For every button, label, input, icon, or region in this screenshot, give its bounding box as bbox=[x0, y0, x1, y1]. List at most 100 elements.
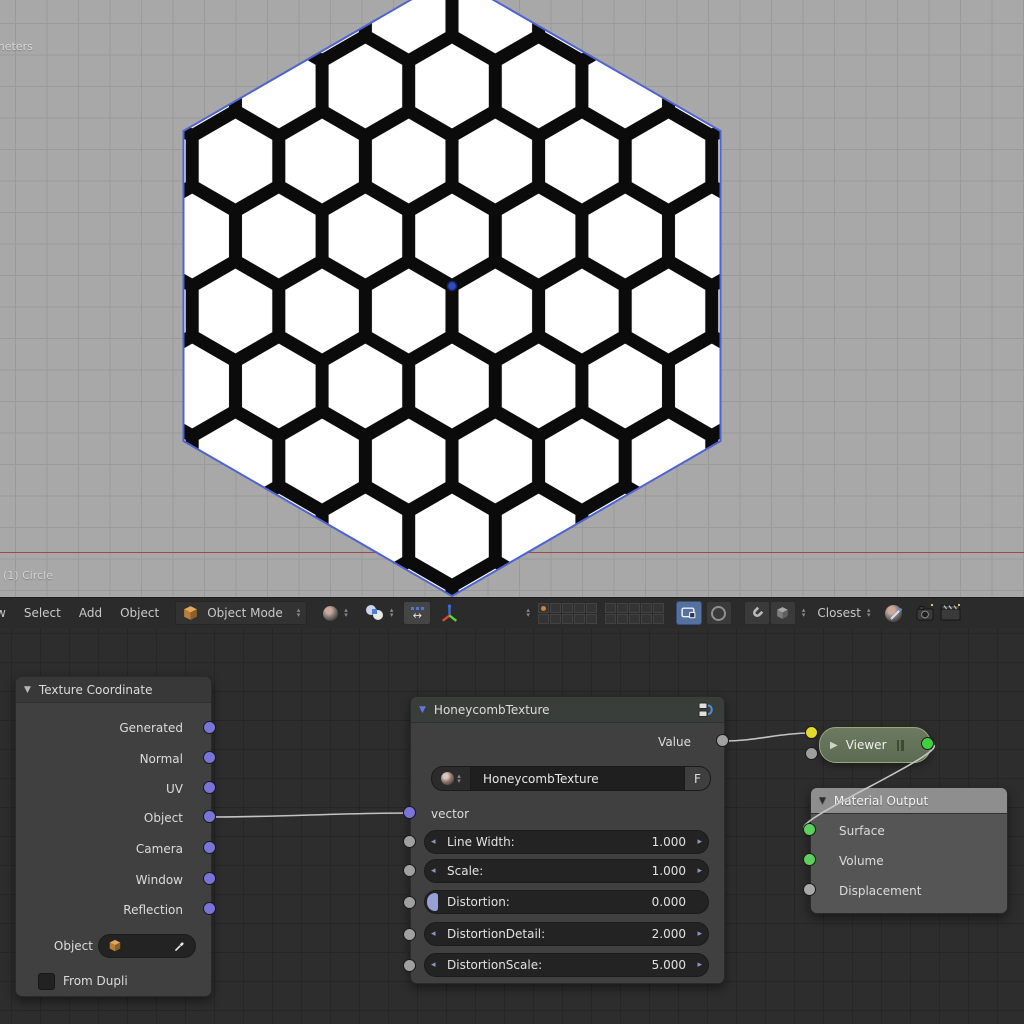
viewport-3d[interactable]: meters (1) Circle bbox=[0, 0, 1024, 597]
output-value-label: Value bbox=[658, 732, 691, 752]
node-title: Viewer bbox=[846, 738, 887, 752]
socket-volume-input[interactable] bbox=[803, 853, 816, 866]
expand-play-icon[interactable]: ▶ bbox=[830, 740, 838, 751]
pivot-stepper[interactable]: ▴▾ bbox=[390, 608, 394, 618]
socket-normal-output[interactable] bbox=[203, 751, 216, 764]
menu-select[interactable]: Select bbox=[24, 606, 61, 620]
honeycomb-hexagon-object[interactable] bbox=[0, 0, 1024, 597]
decrement-arrow-icon[interactable]: ◂ bbox=[431, 960, 436, 970]
lock-to-scene-button[interactable] bbox=[676, 601, 702, 625]
socket-line-width-input[interactable] bbox=[403, 835, 416, 848]
param-label: Distortion: bbox=[447, 895, 510, 909]
layer-1-active[interactable] bbox=[538, 603, 549, 613]
socket-value-output[interactable] bbox=[716, 734, 729, 747]
param-distortion-detail[interactable]: ◂ DistortionDetail: 2.000 ▸ bbox=[424, 922, 709, 946]
snap-element-button[interactable] bbox=[770, 601, 796, 625]
menu-add[interactable]: Add bbox=[79, 606, 102, 620]
mode-stepper[interactable]: ▴▾ bbox=[297, 608, 301, 618]
fake-user-button[interactable]: F bbox=[684, 766, 711, 791]
increment-arrow-icon[interactable]: ▸ bbox=[697, 866, 702, 876]
node-texture-coordinate[interactable]: ▼ Texture Coordinate Generated Normal UV… bbox=[15, 676, 212, 997]
socket-scale-input[interactable] bbox=[403, 864, 416, 877]
layers-stepper[interactable]: ▴▾ bbox=[526, 608, 530, 618]
collapse-triangle-icon[interactable]: ▼ bbox=[24, 685, 31, 695]
render-still-button[interactable] bbox=[916, 604, 936, 622]
from-dupli-label: From Dupli bbox=[63, 971, 128, 991]
clapperboard-icon bbox=[940, 604, 962, 622]
render-preview-button[interactable] bbox=[885, 605, 902, 622]
mode-dropdown[interactable]: Object Mode ▴▾ bbox=[175, 601, 307, 625]
decrement-arrow-icon[interactable]: ◂ bbox=[431, 866, 436, 876]
name-stepper[interactable]: ▴▾ bbox=[457, 774, 461, 784]
increment-arrow-icon[interactable]: ▸ bbox=[697, 837, 702, 847]
socket-vector-input[interactable] bbox=[403, 806, 416, 819]
object-origin-dot bbox=[448, 282, 457, 291]
menu-view[interactable]: w bbox=[0, 606, 6, 620]
node-viewer[interactable]: ▶ Viewer bbox=[819, 727, 931, 763]
socket-camera-output[interactable] bbox=[203, 841, 216, 854]
param-line-width[interactable]: ◂ Line Width: 1.000 ▸ bbox=[424, 830, 709, 854]
manipulator-button[interactable]: ↔ bbox=[403, 601, 431, 625]
node-honeycomb-texture[interactable]: ▼ HoneycombTexture Value ▴▾ HoneycombTex… bbox=[410, 696, 725, 984]
screen-lock-icon bbox=[680, 605, 697, 622]
socket-reflection-output[interactable] bbox=[203, 902, 216, 915]
collapse-triangle-icon[interactable]: ▼ bbox=[419, 705, 426, 715]
output-reflection-label: Reflection bbox=[16, 900, 211, 920]
proportional-edit-button[interactable] bbox=[706, 601, 732, 625]
eyedropper-icon[interactable] bbox=[173, 940, 186, 953]
pivot-point-icon[interactable] bbox=[366, 605, 384, 621]
decrement-arrow-icon[interactable]: ◂ bbox=[431, 837, 436, 847]
node-material-output[interactable]: ▼ Material Output Surface Volume Displac… bbox=[810, 787, 1008, 914]
param-scale[interactable]: ◂ Scale: 1.000 ▸ bbox=[424, 859, 709, 883]
circle-icon bbox=[711, 606, 726, 621]
layers-group-1[interactable] bbox=[538, 603, 597, 624]
orientation-axis-icon[interactable] bbox=[439, 603, 460, 624]
socket-distortion-scale-input[interactable] bbox=[403, 959, 416, 972]
layers-group-2[interactable] bbox=[605, 603, 664, 624]
node-header[interactable]: ▼ Material Output bbox=[811, 788, 1007, 814]
param-distortion[interactable]: Distortion: 0.000 bbox=[424, 890, 709, 914]
viewport-object-name: (1) Circle bbox=[3, 569, 53, 582]
shading-stepper[interactable]: ▴▾ bbox=[344, 608, 348, 618]
node-header[interactable]: ▼ Texture Coordinate bbox=[16, 677, 211, 703]
socket-viewer-strength-input[interactable] bbox=[805, 747, 818, 760]
snap-target-dropdown[interactable]: Closest bbox=[817, 606, 861, 620]
socket-viewer-color-input[interactable] bbox=[805, 726, 818, 739]
input-vector-label: vector bbox=[431, 804, 469, 824]
socket-surface-input[interactable] bbox=[803, 823, 816, 836]
increment-arrow-icon[interactable]: ▸ bbox=[697, 929, 702, 939]
output-generated-label: Generated bbox=[16, 718, 211, 738]
node-header[interactable]: ▼ HoneycombTexture bbox=[411, 697, 724, 723]
socket-viewer-output[interactable] bbox=[921, 737, 934, 750]
group-name-widget[interactable]: ▴▾ HoneycombTexture F bbox=[431, 766, 711, 791]
snap-target-stepper[interactable]: ▴▾ bbox=[867, 608, 871, 618]
socket-distortion-detail-input[interactable] bbox=[403, 928, 416, 941]
socket-distortion-input[interactable] bbox=[403, 896, 416, 909]
snap-cube-icon bbox=[774, 605, 791, 622]
socket-generated-output[interactable] bbox=[203, 721, 216, 734]
render-animation-button[interactable] bbox=[940, 604, 962, 622]
snap-magnet-button[interactable] bbox=[744, 601, 770, 625]
param-distortion-scale[interactable]: ◂ DistortionScale: 5.000 ▸ bbox=[424, 953, 709, 977]
object-mode-cube-icon bbox=[182, 605, 199, 622]
from-dupli-checkbox[interactable] bbox=[38, 973, 55, 990]
snap-stepper[interactable]: ▴▾ bbox=[802, 608, 806, 618]
object-cube-icon bbox=[108, 939, 122, 953]
material-icon-box[interactable]: ▴▾ bbox=[431, 766, 471, 791]
viewport-shading-icon[interactable] bbox=[323, 606, 338, 621]
socket-displacement-input[interactable] bbox=[803, 883, 816, 896]
menu-object[interactable]: Object bbox=[120, 606, 159, 620]
param-label: DistortionDetail: bbox=[447, 927, 545, 941]
group-name-field[interactable]: HoneycombTexture bbox=[471, 766, 684, 791]
viewport-header: w Select Add Object Object Mode ▴▾ ▴▾ ▴▾… bbox=[0, 597, 1024, 628]
collapse-triangle-icon[interactable]: ▼ bbox=[819, 796, 826, 806]
hexagon-mesh[interactable] bbox=[184, 0, 721, 596]
socket-uv-output[interactable] bbox=[203, 781, 216, 794]
decrement-arrow-icon[interactable]: ◂ bbox=[431, 929, 436, 939]
increment-arrow-icon[interactable]: ▸ bbox=[697, 960, 702, 970]
socket-object-output[interactable] bbox=[203, 810, 216, 823]
slider-handle[interactable] bbox=[427, 893, 438, 911]
output-window-label: Window bbox=[16, 870, 211, 890]
object-field-dropdown[interactable] bbox=[98, 934, 196, 958]
socket-window-output[interactable] bbox=[203, 872, 216, 885]
